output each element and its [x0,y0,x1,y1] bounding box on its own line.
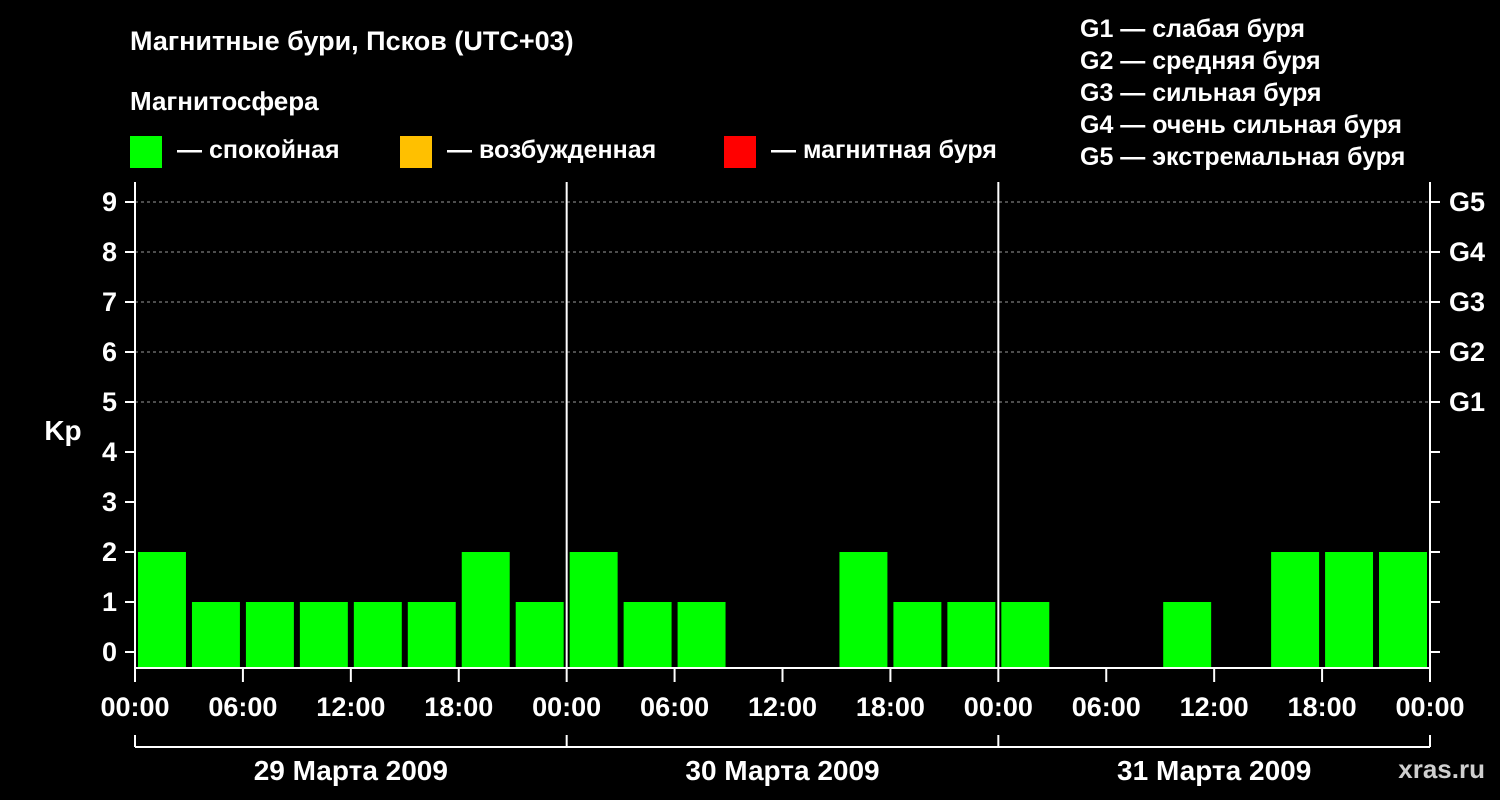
kp-bar [299,602,348,668]
x-tick-label: 12:00 [316,692,385,722]
x-tick-label: 06:00 [1072,692,1141,722]
g-level-label: G5 [1449,187,1485,217]
legend-swatch-excited [400,136,432,168]
y-tick-label: 7 [102,287,117,317]
g-scale-g4: G4 — очень сильная буря [1080,111,1402,139]
x-tick-label: 00:00 [964,692,1033,722]
kp-bar [245,602,294,668]
x-tick-label: 12:00 [748,692,817,722]
kp-bar [569,552,618,668]
x-tick-label: 12:00 [1180,692,1249,722]
legend-swatch-storm [724,136,756,168]
kp-bar [677,602,726,668]
legend-label-excited: — возбужденная [447,136,656,164]
kp-bar [1379,552,1427,668]
legend-heading: Магнитосфера [130,86,319,116]
kp-bar [893,602,942,668]
kp-bar [191,602,240,668]
x-tick-label: 00:00 [532,692,601,722]
g-scale-g2: G2 — средняя буря [1080,47,1321,75]
g-scale-g1: G1 — слабая буря [1080,15,1305,43]
kp-bar [138,552,186,668]
kp-bar [623,602,672,668]
kp-bar [1163,602,1212,668]
kp-bar [515,602,564,668]
y-axis-label: Kp [44,415,81,446]
chart-title: Магнитные бури, Псков (UTC+03) [130,26,574,56]
day-label: 29 Марта 2009 [254,755,448,786]
y-tick-label: 4 [102,437,117,467]
x-tick-label: 18:00 [1288,692,1357,722]
y-tick-label: 5 [102,387,117,417]
x-tick-label: 00:00 [1395,692,1464,722]
x-tick-label: 06:00 [208,692,277,722]
g-level-label: G1 [1449,387,1485,417]
g-level-label: G3 [1449,287,1485,317]
day-label: 31 Марта 2009 [1117,755,1311,786]
legend-label-calm: — спокойная [177,136,340,164]
kp-chart: Магнитные бури, Псков (UTC+03) Магнитосф… [0,0,1500,800]
y-tick-label: 6 [102,337,117,367]
x-tick-label: 00:00 [100,692,169,722]
y-tick-label: 2 [102,537,117,567]
watermark: xras.ru [1398,754,1485,784]
kp-bar [947,602,996,668]
g-level-label: G4 [1449,237,1485,267]
kp-bar [353,602,402,668]
y-tick-label: 9 [102,187,117,217]
g-scale-g5: G5 — экстремальная буря [1080,143,1405,171]
kp-bar [1271,552,1320,668]
kp-bar [839,552,888,668]
legend-swatch-calm [130,136,162,168]
x-tick-label: 18:00 [424,692,493,722]
day-label: 30 Марта 2009 [685,755,879,786]
x-tick-label: 18:00 [856,692,925,722]
y-tick-label: 0 [102,637,117,667]
y-tick-label: 3 [102,487,117,517]
kp-bar [1001,602,1050,668]
g-level-label: G2 [1449,337,1485,367]
kp-bar [461,552,510,668]
legend-label-storm: — магнитная буря [771,136,997,164]
y-tick-label: 8 [102,237,117,267]
g-scale-g3: G3 — сильная буря [1080,79,1322,107]
x-tick-label: 06:00 [640,692,709,722]
y-tick-label: 1 [102,587,117,617]
kp-bar [1325,552,1374,668]
kp-bar [407,602,456,668]
